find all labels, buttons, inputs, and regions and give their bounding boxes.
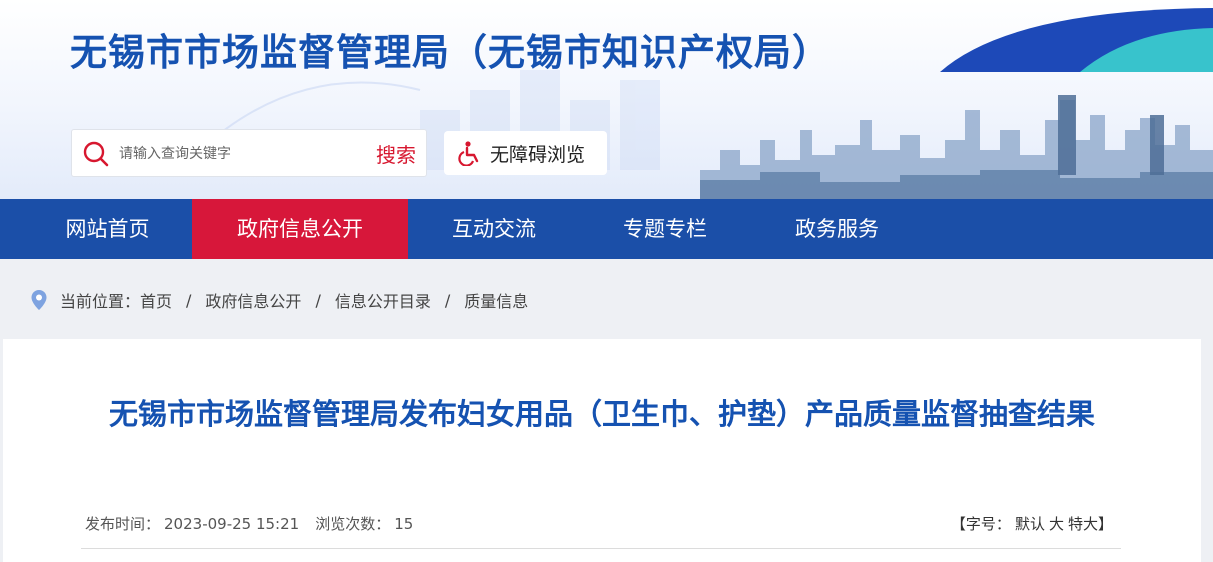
accessibility-label: 无障碍浏览 <box>490 143 586 166</box>
nav-item-home[interactable]: 网站首页 <box>35 199 180 259</box>
location-pin-icon <box>31 290 47 310</box>
breadcrumb-gov-info[interactable]: 政府信息公开 <box>205 288 301 312</box>
article-meta: 发布时间： 2023-09-25 15:21 浏览次数： 15 <box>85 513 417 534</box>
views-count: 15 <box>394 515 414 533</box>
search-box: 搜索 <box>71 129 427 177</box>
font-size-open: 【字号： <box>950 515 1011 533</box>
site-title: 无锡市市场监督管理局（无锡市知识产权局） <box>70 31 830 74</box>
breadcrumb-quality[interactable]: 质量信息 <box>464 288 528 312</box>
header-banner: 无锡市市场监督管理局（无锡市知识产权局） 搜索 无障碍浏览 <box>0 0 1213 199</box>
breadcrumb-prefix: 当前位置： <box>60 292 141 311</box>
search-button[interactable]: 搜索 <box>376 139 416 168</box>
breadcrumb-home[interactable]: 首页 <box>140 288 172 312</box>
accessibility-button[interactable]: 无障碍浏览 <box>444 131 607 175</box>
views-label: 浏览次数： <box>315 515 391 533</box>
font-size-default[interactable]: 默认 <box>1015 515 1045 533</box>
breadcrumb: 当前位置： 首页 / 政府信息公开 / 信息公开目录 / 质量信息 <box>30 286 528 314</box>
nav-item-special[interactable]: 专题专栏 <box>590 199 740 259</box>
publish-time-label: 发布时间： <box>85 515 161 533</box>
meta-divider <box>81 548 1121 549</box>
publish-time: 2023-09-25 15:21 <box>164 515 300 533</box>
nav-item-interaction[interactable]: 互动交流 <box>420 199 568 259</box>
font-size-switcher: 【字号： 默认大特大】 <box>951 513 1113 534</box>
font-size-close: 】 <box>1097 515 1113 533</box>
main-nav: 网站首页 政府信息公开 互动交流 专题专栏 政务服务 <box>0 199 1213 259</box>
font-size-xlarge[interactable]: 特大 <box>1068 515 1098 533</box>
search-input[interactable] <box>119 141 359 167</box>
article-title: 无锡市市场监督管理局发布妇女用品（卫生巾、护垫）产品质量监督抽查结果 <box>108 397 1095 431</box>
breadcrumb-separator: / <box>444 290 451 310</box>
breadcrumb-separator: / <box>315 290 321 310</box>
nav-item-gov-info[interactable]: 政府信息公开 <box>192 199 408 259</box>
article-panel: 无锡市市场监督管理局发布妇女用品（卫生巾、护垫）产品质量监督抽查结果 发布时间：… <box>3 339 1201 562</box>
font-size-large[interactable]: 大 <box>1049 515 1064 533</box>
breadcrumb-separator: / <box>186 290 192 310</box>
wheelchair-icon <box>458 141 479 166</box>
nav-item-services[interactable]: 政务服务 <box>762 199 912 259</box>
breadcrumb-catalog[interactable]: 信息公开目录 <box>335 288 431 312</box>
search-icon <box>83 141 109 167</box>
